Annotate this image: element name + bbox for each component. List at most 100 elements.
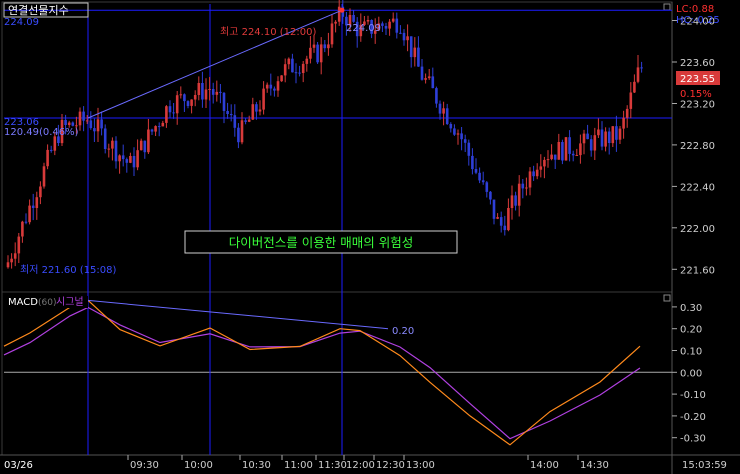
candle-body: [251, 104, 255, 120]
candle-body: [175, 95, 179, 114]
candle-body: [240, 120, 244, 143]
candle-body: [53, 136, 57, 151]
candle-body: [499, 217, 503, 226]
candle-body: [438, 103, 442, 114]
candle-body: [579, 143, 582, 156]
candle-body: [168, 106, 172, 113]
candle-body: [453, 128, 456, 135]
macd-divergence-line: [87, 299, 389, 330]
candle-body: [125, 159, 129, 163]
macd-label: MACD: [8, 297, 38, 308]
candle-body: [633, 81, 636, 93]
candle-body: [103, 128, 107, 149]
center-message: 다이버전스를 이용한 매매의 위험성: [229, 235, 413, 250]
candle-body: [384, 26, 388, 29]
candle-body: [550, 154, 553, 160]
candle-body: [431, 76, 435, 89]
candle-body: [204, 89, 208, 100]
macd-y-tick-label: 0.00: [680, 368, 702, 379]
high-point-marker: [339, 7, 345, 13]
time-label: 14:30: [580, 460, 609, 471]
candle-body: [147, 129, 150, 153]
candle-body: [402, 32, 406, 41]
candle-body: [183, 94, 186, 102]
candle-body: [193, 95, 197, 100]
time-label: 11:30: [318, 460, 347, 471]
candle-body: [406, 36, 409, 41]
candle-body: [283, 64, 287, 76]
candle-body: [409, 36, 413, 58]
candle-body: [424, 78, 427, 80]
candle-body: [237, 127, 240, 143]
candle-body: [64, 119, 67, 125]
macd-trend-value-label: 0.20: [392, 326, 414, 337]
candle-body: [67, 122, 71, 125]
candle-body: [503, 225, 507, 231]
candle-body: [24, 221, 28, 223]
top-left-value: 224.09: [4, 17, 39, 28]
candle-series: [6, 0, 643, 269]
candle-body: [229, 114, 233, 116]
candle-body: [463, 139, 467, 143]
candle-body: [564, 137, 568, 161]
macd-y-tick-label: 0.20: [680, 325, 702, 336]
candle-body: [269, 84, 273, 89]
candle-body: [474, 169, 478, 173]
time-label: 09:30: [130, 460, 159, 471]
candle-body: [85, 120, 89, 122]
candle-body: [219, 91, 222, 93]
candle-body: [539, 166, 543, 170]
candle-body: [456, 133, 460, 135]
candle-body: [435, 88, 438, 104]
candle-body: [636, 67, 640, 82]
main-panel-resize-icon[interactable]: [663, 3, 671, 11]
macd-param-label: (60): [38, 298, 56, 308]
candle-body: [107, 148, 111, 150]
candle-body: [6, 262, 10, 268]
candle-body: [388, 21, 391, 29]
candle-body: [427, 76, 431, 79]
candle-body: [21, 221, 24, 237]
candle-body: [535, 169, 539, 177]
candle-body: [280, 75, 283, 82]
candle-body: [543, 159, 546, 167]
candle-body: [604, 131, 607, 147]
main-y-tick-label: 222.00: [680, 224, 715, 235]
candle-body: [89, 120, 93, 129]
candle-body: [629, 92, 633, 109]
candle-body: [330, 23, 334, 45]
candle-body: [190, 99, 193, 106]
high-label: 최고 224.10 (12:00): [220, 26, 316, 38]
main-y-tick-label: 221.60: [680, 265, 715, 276]
candle-body: [600, 129, 604, 147]
candle-body: [478, 172, 481, 181]
candle-body: [100, 119, 103, 129]
candle-body: [78, 111, 82, 126]
candle-body: [334, 21, 337, 24]
candle-body: [561, 142, 564, 161]
candle-body: [381, 23, 384, 26]
candle-body: [553, 154, 557, 160]
candle-body: [273, 88, 276, 91]
candle-body: [492, 199, 496, 219]
candle-body: [31, 205, 35, 208]
candle-body: [445, 108, 449, 124]
candle-body: [222, 92, 226, 111]
macd-y-tick-label: 0.30: [680, 303, 702, 314]
candle-body: [255, 104, 258, 112]
signal-label: 시그널: [56, 296, 84, 308]
candle-body: [517, 183, 521, 206]
macd-panel-resize-icon[interactable]: [663, 294, 671, 302]
grid-lines: [4, 4, 672, 455]
candle-body: [129, 156, 132, 163]
time-label: 10:30: [242, 460, 271, 471]
candle-body: [143, 140, 147, 153]
candle-body: [593, 135, 597, 151]
candle-body: [521, 183, 525, 189]
macd-panel-border: [1, 291, 673, 456]
candle-body: [258, 109, 262, 112]
candle-body: [467, 142, 471, 156]
candle-body: [413, 47, 417, 58]
candle-body: [49, 149, 53, 151]
candle-body: [157, 126, 161, 128]
